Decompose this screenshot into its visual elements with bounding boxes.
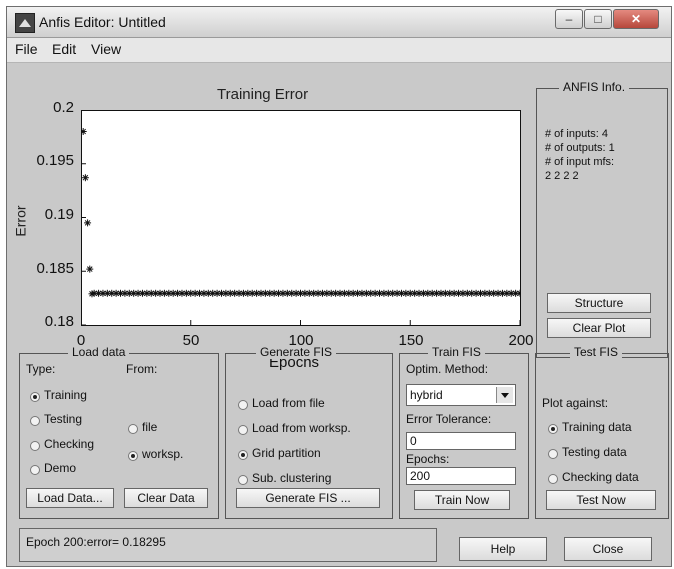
- radio-grid-partition[interactable]: [238, 450, 248, 460]
- xtick-label: 50: [182, 332, 200, 349]
- option-grid-partition[interactable]: Grid partition: [252, 446, 321, 460]
- generate-fis-title: Generate FIS: [256, 345, 337, 359]
- info-line: # of inputs: 4: [545, 128, 608, 140]
- radio-checking[interactable]: [30, 441, 40, 451]
- type-label: Type:: [26, 362, 56, 376]
- radio-testing-data[interactable]: [548, 449, 558, 459]
- data-point: [516, 289, 521, 297]
- info-line: 2 2 2 2: [545, 170, 579, 182]
- window-controls: – □ ✕: [555, 9, 665, 31]
- main-content: Training Error Error 0.2 0.195 0.19 0.18…: [7, 63, 671, 566]
- clear-plot-button[interactable]: Clear Plot: [547, 318, 651, 338]
- chart-title: Training Error: [217, 86, 309, 103]
- radio-demo[interactable]: [30, 465, 40, 475]
- matlab-icon: [15, 13, 35, 33]
- xtick-label: 200: [508, 332, 534, 349]
- info-line: # of outputs: 1: [545, 142, 615, 154]
- menu-file[interactable]: File: [15, 41, 38, 57]
- anfis-editor-window: Anfis Editor: Untitled – □ ✕ File Edit V…: [6, 6, 672, 567]
- data-point: [86, 265, 94, 273]
- test-fis-panel: Test FIS Plot against: Training data Tes…: [535, 345, 669, 519]
- source-workspace-label[interactable]: worksp.: [142, 447, 183, 461]
- menu-view[interactable]: View: [91, 41, 121, 57]
- minimize-button[interactable]: –: [555, 9, 583, 29]
- maximize-button[interactable]: □: [584, 9, 612, 29]
- optim-method-select[interactable]: hybrid: [406, 384, 516, 406]
- plot-against-label: Plot against:: [542, 396, 609, 410]
- train-fis-panel: Train FIS Optim. Method: hybrid Error To…: [399, 345, 529, 519]
- radio-training[interactable]: [30, 392, 40, 402]
- radio-sub-clustering[interactable]: [238, 475, 248, 485]
- title-bar: Anfis Editor: Untitled – □ ✕: [7, 7, 671, 38]
- ytick-label: 0.185: [36, 260, 74, 277]
- help-button[interactable]: Help: [459, 537, 547, 561]
- data-point: [81, 174, 89, 182]
- ytick-label: 0.18: [44, 313, 74, 330]
- type-training-label[interactable]: Training: [44, 388, 87, 402]
- test-now-button[interactable]: Test Now: [546, 490, 656, 510]
- close-button[interactable]: Close: [564, 537, 652, 561]
- type-testing-label[interactable]: Testing: [44, 412, 82, 426]
- data-point: [81, 128, 87, 135]
- from-label: From:: [126, 362, 158, 376]
- option-checking-data[interactable]: Checking data: [562, 470, 639, 484]
- optim-method-label: Optim. Method:: [406, 362, 489, 376]
- test-fis-title: Test FIS: [570, 345, 623, 359]
- radio-load-from-file[interactable]: [238, 400, 248, 410]
- radio-training-data[interactable]: [548, 424, 558, 434]
- optim-method-value: hybrid: [410, 388, 443, 402]
- generate-fis-button[interactable]: Generate FIS ...: [236, 488, 380, 508]
- train-now-button[interactable]: Train Now: [414, 490, 510, 510]
- menu-edit[interactable]: Edit: [52, 41, 76, 57]
- chart-ylabel: Error: [12, 205, 29, 237]
- load-data-button[interactable]: Load Data...: [26, 488, 114, 508]
- type-demo-label[interactable]: Demo: [44, 461, 76, 475]
- radio-file[interactable]: [128, 424, 138, 434]
- error-tolerance-label: Error Tolerance:: [406, 412, 492, 426]
- generate-fis-panel: Generate FIS Load from file Load from wo…: [225, 345, 393, 519]
- close-window-button[interactable]: ✕: [613, 9, 659, 29]
- xtick-label: 150: [398, 332, 424, 349]
- chevron-down-icon[interactable]: [496, 387, 513, 403]
- clear-data-button[interactable]: Clear Data: [124, 488, 208, 508]
- window-title: Anfis Editor: Untitled: [39, 14, 166, 30]
- epochs-label: Epochs:: [406, 452, 450, 466]
- training-error-plot: [81, 110, 521, 326]
- train-fis-title: Train FIS: [428, 345, 485, 359]
- menu-bar: File Edit View: [7, 38, 671, 63]
- type-checking-label[interactable]: Checking: [44, 437, 94, 451]
- ytick-label: 0.19: [44, 206, 74, 223]
- status-bar: Epoch 200:error= 0.18295: [19, 528, 437, 562]
- load-data-title: Load data: [68, 345, 130, 359]
- epochs-field[interactable]: 200: [406, 467, 516, 485]
- radio-checking-data[interactable]: [548, 474, 558, 484]
- source-file-label[interactable]: file: [142, 420, 157, 434]
- radio-load-from-workspace[interactable]: [238, 425, 248, 435]
- structure-button[interactable]: Structure: [547, 293, 651, 313]
- ytick-label: 0.195: [36, 152, 74, 169]
- error-tolerance-field[interactable]: 0: [406, 432, 516, 450]
- option-sub-clustering[interactable]: Sub. clustering: [252, 471, 331, 485]
- anfis-info-title: ANFIS Info.: [559, 80, 630, 94]
- radio-workspace[interactable]: [128, 451, 138, 461]
- option-load-from-workspace[interactable]: Load from worksp.: [252, 421, 351, 435]
- info-line: # of input mfs:: [545, 156, 615, 168]
- load-data-panel: Load data Type: From: Training Testing C…: [19, 345, 219, 519]
- option-load-from-file[interactable]: Load from file: [252, 396, 325, 410]
- data-point: [84, 219, 92, 227]
- ytick-label: 0.2: [53, 99, 74, 116]
- option-training-data[interactable]: Training data: [562, 420, 632, 434]
- anfis-info-panel: ANFIS Info. # of inputs: 4 # of outputs:…: [536, 80, 668, 358]
- radio-testing[interactable]: [30, 416, 40, 426]
- option-testing-data[interactable]: Testing data: [562, 445, 627, 459]
